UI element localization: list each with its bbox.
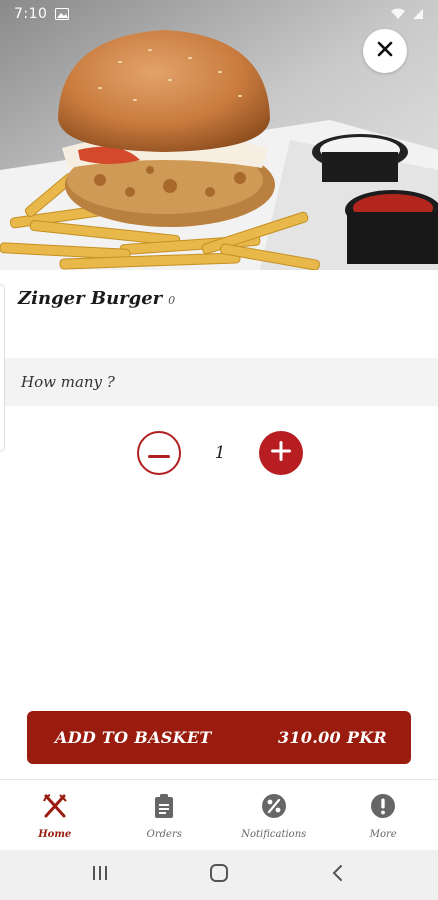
back-system-button[interactable] <box>308 855 368 895</box>
quantity-stepper: 1 <box>137 431 303 475</box>
quantity-section: How many ? <box>5 358 438 406</box>
recent-apps-button[interactable] <box>70 855 130 895</box>
quantity-label: How many ? <box>21 373 115 391</box>
fork-knife-icon <box>42 793 68 823</box>
add-to-basket-button[interactable]: ADD TO BASKET 310.00 PKR <box>27 711 411 764</box>
clipboard-icon <box>153 793 175 823</box>
increase-button[interactable] <box>258 431 303 475</box>
gallery-icon <box>55 5 70 24</box>
nav-item-more[interactable]: More <box>329 780 438 850</box>
quantity-value: 1 <box>214 443 226 463</box>
decrease-button[interactable] <box>137 431 181 475</box>
home-system-button[interactable] <box>189 855 249 895</box>
add-to-basket-label: ADD TO BASKET <box>55 728 212 747</box>
nav-item-notifications[interactable]: Notifications <box>219 780 329 850</box>
basket-price: 310.00 PKR <box>277 728 387 747</box>
product-title: Zinger Burger <box>18 288 163 309</box>
status-time: 7:10 <box>14 6 48 22</box>
recent-apps-icon <box>91 865 109 885</box>
nav-item-orders[interactable]: Orders <box>110 780 220 850</box>
nav-label-home: Home <box>38 828 72 840</box>
close-button[interactable] <box>363 29 407 73</box>
nav-item-home[interactable]: Home <box>0 780 110 850</box>
status-bar: 7:10 <box>0 0 438 28</box>
nav-label-notifications: Notifications <box>241 828 307 840</box>
product-header: Zinger Burger 0 <box>18 288 175 309</box>
close-icon <box>377 41 393 61</box>
bottom-navigation: Home Orders Notifications More <box>0 779 438 850</box>
plus-icon <box>270 441 291 465</box>
back-chevron-icon <box>331 864 345 886</box>
nav-label-more: More <box>369 828 397 840</box>
nav-label-orders: Orders <box>146 828 182 840</box>
more-info-icon <box>370 793 396 823</box>
signal-icon <box>412 5 424 24</box>
wifi-icon <box>390 5 406 24</box>
product-count: 0 <box>168 294 176 307</box>
home-circle-icon <box>209 863 229 887</box>
minus-icon <box>148 444 170 463</box>
system-navigation-bar <box>0 850 438 900</box>
percent-badge-icon <box>261 793 287 823</box>
